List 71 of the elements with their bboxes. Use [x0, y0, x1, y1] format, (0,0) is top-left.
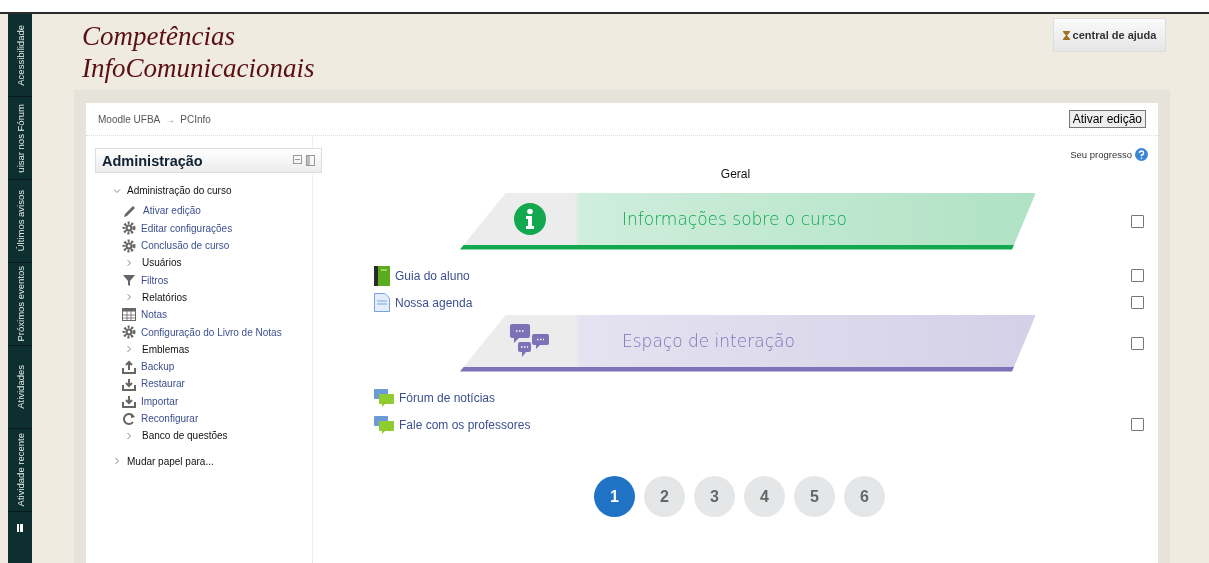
filter-icon: [122, 273, 136, 288]
refresh-icon: [122, 411, 136, 426]
activity-link[interactable]: Nossa agenda: [395, 295, 473, 310]
activity-link[interactable]: Fórum de notícias: [399, 390, 496, 405]
menu-link[interactable]: Filtros: [141, 274, 169, 286]
tree-node[interactable]: Usuários: [142, 257, 182, 269]
chevron-right-icon: [125, 345, 133, 354]
progress-label: Seu progresso: [1070, 149, 1132, 160]
upload-icon: [122, 359, 136, 374]
menu-link[interactable]: Notas: [141, 309, 168, 321]
page-button[interactable]: 4: [744, 476, 785, 517]
activity-link[interactable]: Guia do aluno: [395, 268, 470, 283]
tree-node[interactable]: Relatórios: [142, 291, 188, 303]
menu-link[interactable]: Ativar edição: [143, 205, 201, 217]
book-icon: [374, 265, 390, 286]
menu-link[interactable]: Importar: [141, 395, 179, 407]
dock-tab[interactable]: Próximos eventos: [8, 263, 32, 346]
chevron-right-icon: [125, 431, 133, 440]
gear-icon: [122, 325, 136, 339]
chat-bubbles-icon: [374, 388, 394, 407]
gear-icon: [122, 221, 136, 236]
help-icon[interactable]: [1135, 148, 1148, 161]
dock-tab[interactable]: Acessibilidade: [8, 14, 32, 97]
table-icon: [122, 308, 136, 322]
breadcrumb-link[interactable]: Moodle UFBA: [98, 113, 161, 125]
dock-toggle-icon[interactable]: [17, 524, 23, 532]
page-button[interactable]: 2: [644, 476, 685, 517]
document-icon: [374, 293, 390, 312]
dock-icon[interactable]: [306, 155, 315, 166]
section-banner: Espaço de interação: [460, 314, 1035, 372]
download-icon: [122, 394, 136, 409]
dock-tab[interactable]: Atividades: [8, 346, 32, 429]
chevron-right-icon: [125, 293, 133, 302]
edit-mode-button[interactable]: Ativar edição: [1068, 110, 1146, 128]
chat-bubbles-icon: [510, 323, 550, 358]
tree-node[interactable]: Mudar papel para...: [127, 455, 214, 467]
page-button[interactable]: 1: [594, 476, 635, 517]
tree-node[interactable]: Banco de questões: [142, 430, 228, 442]
page-button[interactable]: 6: [844, 476, 885, 517]
section-title: Geral: [719, 167, 752, 181]
section-banner: Informações sobre o curso: [460, 192, 1035, 250]
page-button[interactable]: 5: [794, 476, 835, 517]
collapse-icon[interactable]: [293, 155, 302, 164]
chat-bubbles-icon: [374, 415, 394, 434]
help-button[interactable]: central de ajuda: [1053, 18, 1166, 52]
dock-tab[interactable]: Atividade recente: [8, 429, 32, 512]
page-button[interactable]: 3: [694, 476, 735, 517]
menu-link[interactable]: Configuração do Livro de Notas: [141, 326, 282, 338]
breadcrumb-link[interactable]: PCInfo: [180, 113, 211, 125]
progress-checkbox[interactable]: [1131, 418, 1144, 431]
download-icon: [122, 376, 136, 391]
menu-link[interactable]: Reconfigurar: [141, 413, 199, 424]
progress-checkbox[interactable]: [1131, 296, 1144, 309]
menu-link[interactable]: Conclusão de curso: [141, 240, 230, 252]
progress-checkbox[interactable]: [1131, 336, 1144, 350]
progress-checkbox[interactable]: [1131, 214, 1144, 228]
dock-tab[interactable]: Últimos avisos: [8, 180, 32, 263]
activity-link[interactable]: Fale com os professores: [399, 417, 531, 432]
dock-tab[interactable]: uisar nos Fórum: [8, 97, 32, 180]
tree-node[interactable]: Administração do curso: [127, 185, 232, 197]
chevron-right-icon: [125, 258, 133, 267]
hourglass-icon: [1062, 30, 1070, 40]
tree-node[interactable]: Emblemas: [142, 343, 190, 355]
menu-link[interactable]: Backup: [141, 361, 175, 373]
gear-icon: [122, 238, 136, 253]
breadcrumb-separator-icon: →: [165, 113, 176, 125]
menu-link[interactable]: Restaurar: [141, 378, 185, 390]
block-title: Administração: [102, 152, 203, 169]
menu-link[interactable]: Editar configurações: [141, 222, 233, 234]
site-title[interactable]: Competências InfoComunicacionais: [82, 20, 315, 90]
progress-checkbox[interactable]: [1131, 269, 1144, 282]
